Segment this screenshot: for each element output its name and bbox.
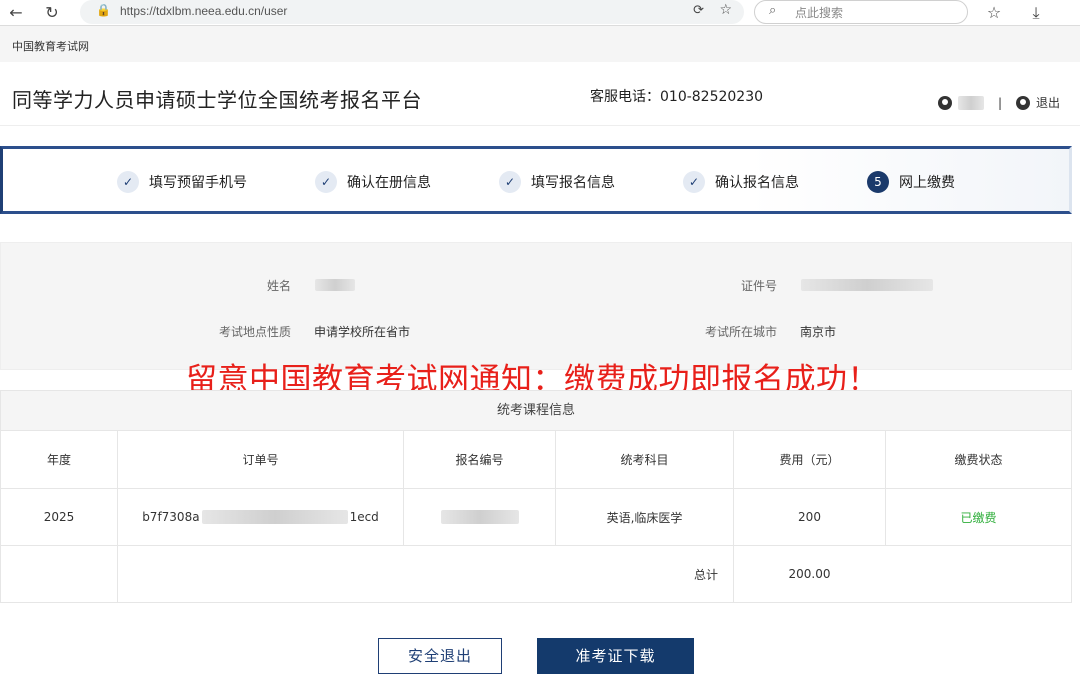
browser-toolbar: ← ↻ 🔒 https://tdxlbm.neea.edu.cn/user ⟳ … — [0, 0, 1080, 26]
translate-icon[interactable]: ⟳ — [693, 3, 704, 18]
header-order: 订单号 — [242, 453, 279, 467]
city-value: 南京市 — [800, 325, 837, 339]
step-confirm-info: ✓ 确认报名信息 — [683, 171, 799, 193]
header-fee: 费用（元） — [779, 453, 840, 467]
cell-order: b7f7308a 1ecd — [118, 489, 403, 545]
separator: | — [997, 95, 1002, 110]
city-label: 考试所在城市 — [704, 325, 777, 339]
progress-steps: ✓ 填写预留手机号 ✓ 确认在册信息 ✓ 填写报名信息 ✓ 确认报名信息 5 网… — [0, 146, 1072, 214]
hotline-text: 客服电话：010-82520230 — [590, 89, 764, 105]
favorites-icon[interactable]: ☆ — [984, 3, 1004, 23]
username-redacted — [957, 95, 984, 110]
site-type-value: 申请学校所在省市 — [314, 325, 411, 339]
user-icon — [937, 95, 952, 110]
order-redacted — [201, 510, 348, 524]
header-subject: 统考科目 — [620, 453, 669, 467]
check-icon: ✓ — [117, 171, 139, 193]
cell-subject: 英语,临床医学 — [606, 510, 683, 525]
id-redacted — [801, 279, 933, 291]
search-icon: ⌕ — [769, 3, 777, 18]
header-reg-no: 报名编号 — [455, 453, 504, 467]
site-type-label: 考试地点性质 — [218, 325, 291, 339]
step-phone: ✓ 填写预留手机号 — [117, 171, 247, 193]
logout-link[interactable]: 退出 — [1036, 94, 1060, 111]
step-label: 填写预留手机号 — [149, 175, 247, 191]
power-icon[interactable] — [1015, 95, 1030, 110]
header-status: 缴费状态 — [954, 453, 1003, 467]
step-label: 确认在册信息 — [347, 175, 431, 191]
check-icon: ✓ — [683, 171, 705, 193]
id-label: 证件号 — [740, 279, 777, 293]
url-text: https://tdxlbm.neea.edu.cn/user — [120, 4, 288, 18]
status-badge: 已缴费 — [960, 510, 997, 525]
page-title: 同等学力人员申请硕士学位全国统考报名平台 — [12, 88, 422, 112]
back-icon[interactable]: ← — [6, 3, 26, 23]
step-payment: 5 网上缴费 — [867, 171, 955, 193]
table-caption: 统考课程信息 — [1, 391, 1071, 431]
check-icon: ✓ — [499, 171, 521, 193]
total-label: 总计 — [693, 567, 718, 582]
search-input[interactable]: ⌕ 点此搜索 — [754, 0, 968, 24]
total-value: 200.00 — [788, 567, 831, 581]
order-prefix: b7f7308a — [142, 510, 200, 524]
order-suffix: 1ecd — [349, 510, 379, 524]
site-header: 同等学力人员申请硕士学位全国统考报名平台 客服电话：010-82520230 |… — [0, 62, 1080, 126]
address-bar[interactable]: 🔒 https://tdxlbm.neea.edu.cn/user ⟳ ☆ — [80, 0, 744, 24]
name-label: 姓名 — [266, 279, 291, 293]
header-year: 年度 — [46, 453, 71, 467]
step-fill-info: ✓ 填写报名信息 — [499, 171, 615, 193]
check-icon: ✓ — [315, 171, 337, 193]
cell-year: 2025 — [43, 510, 75, 524]
star-icon[interactable]: ☆ — [719, 2, 732, 18]
step-number-badge: 5 — [867, 171, 889, 193]
step-label: 确认报名信息 — [715, 175, 799, 191]
admission-ticket-download-button[interactable]: 准考证下载 — [537, 638, 694, 674]
tab-strip: 中国教育考试网 — [0, 26, 1080, 62]
reg-no-redacted — [440, 510, 519, 524]
course-table: 统考课程信息 年度 订单号 报名编号 统考科目 费用（元） 缴费状态 2025 … — [0, 390, 1072, 603]
cell-reg-no — [404, 489, 555, 545]
step-label: 网上缴费 — [899, 175, 955, 191]
search-placeholder: 点此搜索 — [795, 6, 844, 20]
user-area: | 退出 — [937, 94, 1060, 111]
cell-fee: 200 — [798, 510, 821, 524]
name-redacted — [315, 279, 355, 291]
lock-icon: 🔒 — [96, 3, 111, 17]
applicant-info: 姓名 证件号 考试地点性质 申请学校所在省市 考试所在城市 南京市 — [0, 242, 1072, 370]
step-registry: ✓ 确认在册信息 — [315, 171, 431, 193]
safe-exit-button[interactable]: 安全退出 — [378, 638, 502, 674]
download-icon[interactable]: ⤓ — [1026, 3, 1046, 23]
tab-title[interactable]: 中国教育考试网 — [12, 38, 89, 54]
step-label: 填写报名信息 — [531, 175, 615, 191]
reload-icon[interactable]: ↻ — [42, 3, 62, 23]
